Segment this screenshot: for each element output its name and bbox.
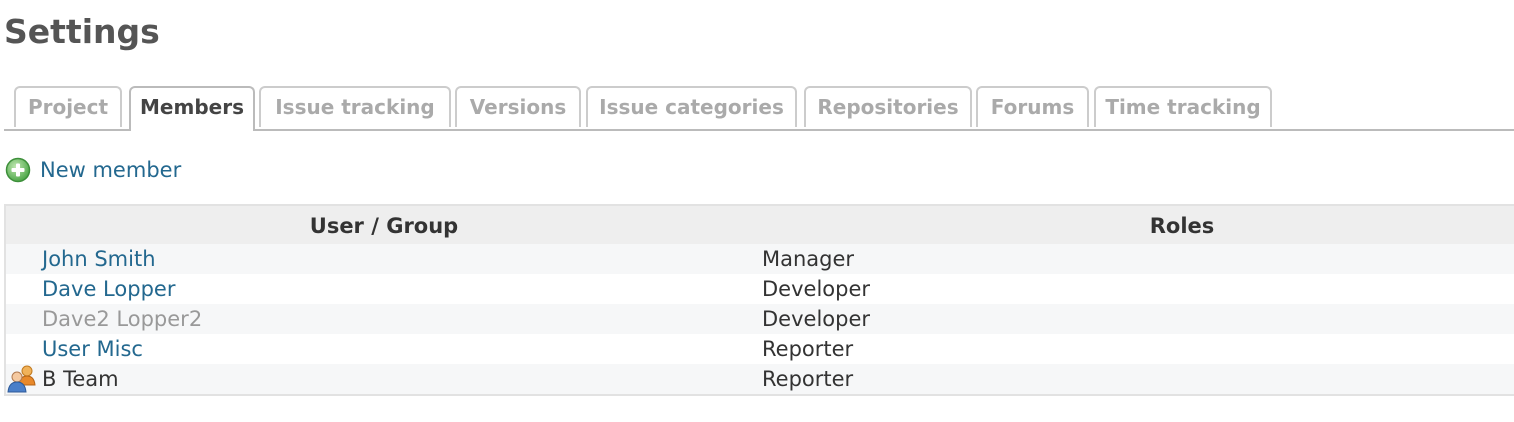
member-name-link[interactable]: User Misc — [42, 334, 143, 365]
column-header-roles[interactable]: Roles — [762, 206, 1514, 246]
table-row: B Team Reporter — [6, 364, 1514, 394]
table-row: Dave Lopper Developer — [6, 274, 1514, 304]
tab-versions[interactable]: Versions — [455, 86, 581, 127]
group-name-link[interactable]: B Team — [42, 364, 119, 395]
tab-project[interactable]: Project — [14, 86, 122, 127]
tab-issue-categories[interactable]: Issue categories — [586, 86, 797, 127]
member-role: Reporter — [762, 367, 854, 391]
column-header-user-group[interactable]: User / Group — [6, 206, 762, 246]
table-row: John Smith Manager — [6, 244, 1514, 274]
tab-forums[interactable]: Forums — [976, 86, 1089, 127]
member-role: Manager — [762, 247, 855, 271]
member-role: Reporter — [762, 337, 854, 361]
add-icon — [5, 157, 31, 183]
member-role: Developer — [762, 307, 871, 331]
tab-time-tracking[interactable]: Time tracking — [1094, 86, 1272, 127]
members-table: User / Group Roles John Smith Manager Da… — [4, 204, 1514, 396]
table-header: User / Group Roles — [6, 206, 1514, 244]
settings-tabs: Project Members Issue tracking Versions … — [4, 86, 1514, 131]
table-row: Dave2 Lopper2 Developer — [6, 304, 1514, 334]
table-row: User Misc Reporter — [6, 334, 1514, 364]
page-title: Settings — [4, 12, 160, 51]
tab-issue-tracking[interactable]: Issue tracking — [259, 86, 451, 127]
new-member-link[interactable]: New member — [5, 156, 181, 184]
member-name-link[interactable]: Dave Lopper — [42, 274, 175, 305]
member-role: Developer — [762, 277, 871, 301]
tab-members[interactable]: Members — [129, 86, 255, 131]
member-name-link-locked[interactable]: Dave2 Lopper2 — [42, 304, 202, 335]
member-name-link[interactable]: John Smith — [42, 244, 156, 275]
tab-repositories[interactable]: Repositories — [804, 86, 972, 127]
group-icon — [6, 364, 38, 394]
new-member-label: New member — [40, 158, 182, 182]
